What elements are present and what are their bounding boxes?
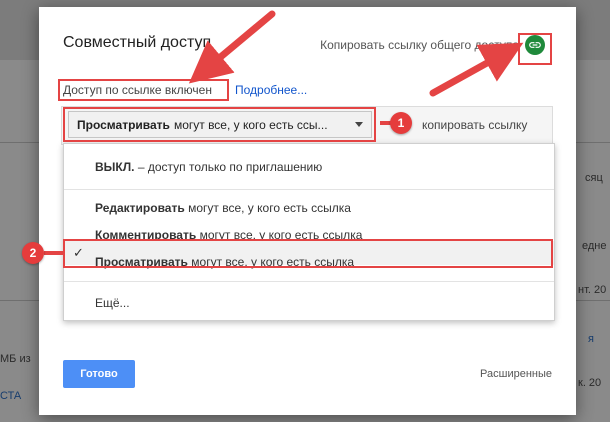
annotation-badge-1: 1 [390,112,412,134]
arrow-to-access-status [188,10,276,84]
annotation-badge-2: 2 [22,242,44,264]
annotation-arrows [44,10,524,255]
arrow-to-link-button [429,42,524,97]
